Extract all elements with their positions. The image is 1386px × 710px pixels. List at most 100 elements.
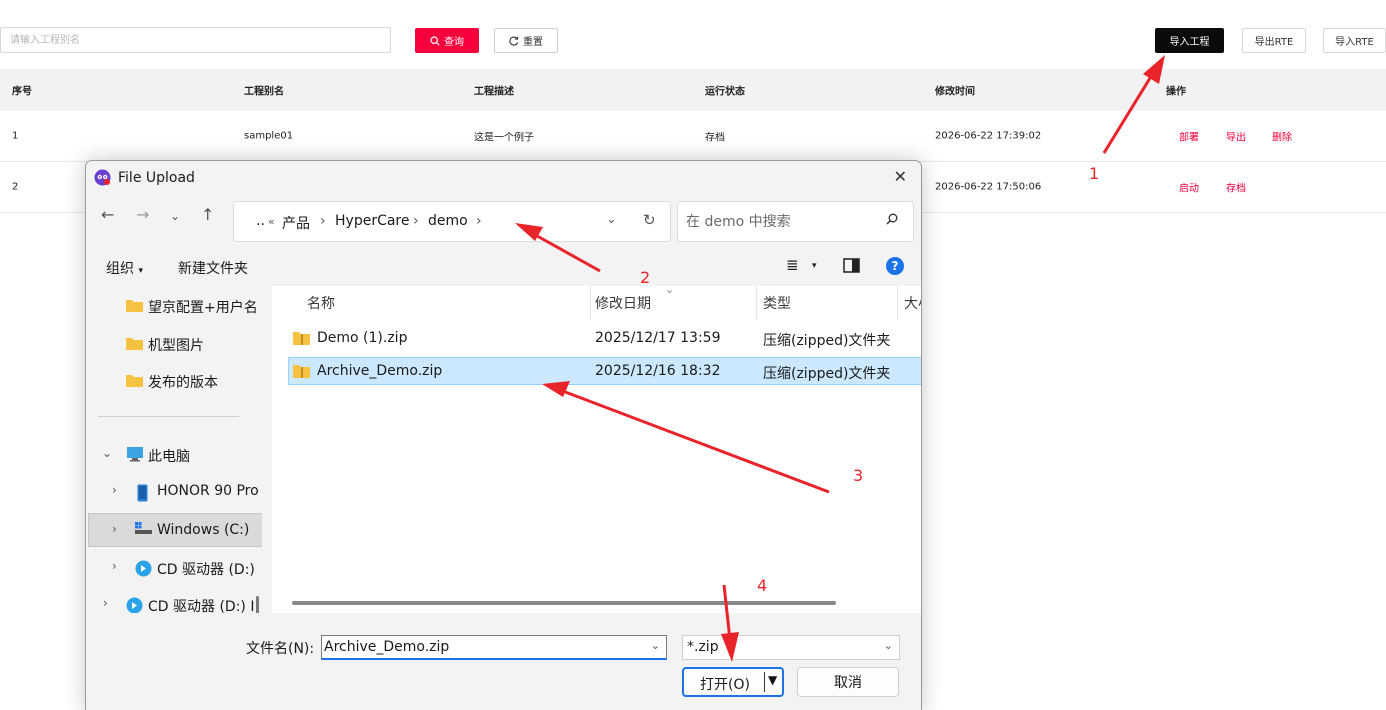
organize-menu[interactable]: 组织 ▾ [106, 258, 143, 278]
breadcrumb-hypercare[interactable]: HyperCare [335, 213, 409, 229]
archive-link[interactable]: 存档 [1226, 180, 1246, 195]
list-view-icon[interactable]: ≣ [786, 256, 799, 274]
nav-item-released-versions[interactable]: 发布的版本 [86, 364, 262, 398]
nav-item-honor-phone[interactable]: › HONOR 90 Pro [86, 475, 262, 509]
annotation-step-2: 2 [640, 268, 651, 287]
breadcrumb-product[interactable]: 产品 [282, 213, 310, 233]
nav-item-cd-drive-2[interactable]: › CD 驱动器 (D:) I [86, 588, 262, 613]
file-date: 2025/12/17 13:59 [595, 330, 721, 346]
file-name: Demo (1).zip [317, 330, 408, 346]
drive-icon [135, 522, 152, 534]
chevron-right-icon[interactable]: › [112, 483, 117, 497]
refresh-icon[interactable]: ↻ [643, 211, 656, 229]
query-button-label: 查询 [444, 37, 464, 48]
project-alias-search-input[interactable] [0, 27, 391, 53]
chevron-down-icon[interactable]: ⌄ [102, 446, 112, 460]
new-folder-button[interactable]: 新建文件夹 [178, 258, 248, 278]
help-icon[interactable]: ? [886, 257, 904, 275]
chevron-right-icon[interactable]: › [112, 559, 117, 573]
nav-item-model-images[interactable]: 机型图片 [86, 327, 262, 361]
file-date: 2025/12/16 18:32 [595, 363, 721, 379]
nav-item-cd-drive[interactable]: › CD 驱动器 (D:) [86, 551, 262, 585]
folder-icon [126, 375, 143, 387]
close-icon[interactable]: ✕ [894, 167, 907, 186]
chevron-right-icon[interactable]: › [103, 596, 108, 610]
row-modified: 2026-06-22 17:39:02 [935, 130, 1042, 142]
folder-icon [126, 300, 143, 312]
column-header-alias: 工程别名 [244, 86, 284, 98]
column-separator [756, 286, 757, 320]
open-button[interactable]: 打开(O) ▼ [682, 667, 784, 697]
cd-drive-icon [135, 560, 152, 577]
query-button[interactable]: 查询 [415, 28, 479, 53]
nav-item-label: 此电脑 [148, 449, 190, 465]
horizontal-scrollbar[interactable] [292, 601, 836, 605]
forward-arrow-icon[interactable]: → [136, 205, 149, 224]
nav-item-this-pc[interactable]: ⌄ 此电脑 [86, 438, 262, 472]
export-link[interactable]: 导出 [1226, 129, 1246, 144]
search-icon [430, 35, 440, 46]
address-bar[interactable]: .. « 产品 › HyperCare › demo › ⌄ ↻ [233, 201, 671, 242]
breadcrumb-overflow[interactable]: « [268, 215, 275, 228]
deploy-link[interactable]: 部署 [1179, 129, 1199, 144]
column-header-type[interactable]: 类型 [763, 293, 791, 313]
row-index: 1 [12, 130, 19, 142]
file-list-pane: 名称 修改日期 ⌄ 类型 大小 Demo (1).zip 2025/12/17 … [272, 286, 921, 613]
breadcrumb-separator-icon: › [476, 213, 482, 229]
row-index: 2 [12, 181, 19, 193]
recent-locations-chevron-icon[interactable]: ⌄ [170, 209, 180, 223]
cancel-button[interactable]: 取消 [797, 667, 899, 697]
up-arrow-icon[interactable]: ↑ [201, 205, 214, 224]
file-type: 压缩(zipped)文件夹 [763, 366, 891, 382]
reset-button[interactable]: 重置 [494, 28, 558, 53]
breadcrumb-demo[interactable]: demo [428, 213, 468, 229]
column-header-actions: 操作 [1166, 86, 1186, 98]
nav-item-label: 望京配置+用户名 [148, 300, 258, 316]
open-button-label: 打开(O) [700, 677, 750, 693]
row-description: 这是一个例子 [474, 132, 534, 144]
organize-label: 组织 [106, 261, 134, 277]
annotation-step-3: 3 [853, 466, 864, 485]
sort-chevron-icon: ⌄ [665, 286, 675, 296]
cd-drive-icon [126, 597, 143, 613]
chevron-right-icon[interactable]: › [112, 522, 117, 536]
column-header-name[interactable]: 名称 [307, 293, 335, 313]
nav-item-wangjing-config[interactable]: 望京配置+用户名 [86, 289, 262, 323]
preview-pane-icon[interactable] [843, 258, 860, 273]
caret-down-icon[interactable]: ▼ [768, 673, 777, 687]
column-header-date[interactable]: 修改日期 [595, 293, 651, 313]
file-name: Archive_Demo.zip [317, 363, 443, 379]
nav-item-label: CD 驱动器 (D:) [157, 562, 255, 578]
filename-label: 文件名(N): [246, 641, 315, 657]
chevron-down-icon[interactable]: ⌄ [884, 639, 893, 652]
nav-item-label: 机型图片 [148, 338, 204, 354]
file-row-archive-demo[interactable]: Archive_Demo.zip 2025/12/16 18:32 压缩(zip… [288, 357, 921, 385]
filename-input[interactable] [322, 636, 642, 658]
split-divider [764, 672, 765, 692]
table-row: 1 sample01 这是一个例子 存档 2026-06-22 17:39:02… [0, 111, 1386, 162]
export-rte-button[interactable]: 导出RTE [1242, 28, 1306, 53]
caret-down-icon[interactable]: ▾ [812, 261, 817, 271]
back-arrow-icon[interactable]: ← [101, 205, 114, 224]
chevron-down-icon[interactable]: ⌄ [651, 639, 660, 652]
row-alias: sample01 [244, 130, 294, 142]
annotation-step-4: 4 [757, 576, 768, 595]
phone-icon [137, 484, 148, 502]
zip-folder-icon [293, 365, 310, 378]
file-type-filter[interactable]: *.zip ⌄ [682, 635, 900, 660]
file-row-demo-1[interactable]: Demo (1).zip 2025/12/17 13:59 压缩(zipped)… [289, 325, 921, 353]
chevron-down-icon[interactable]: ⌄ [606, 212, 617, 227]
filename-combobox[interactable]: ⌄ [321, 635, 667, 660]
import-project-button[interactable]: 导入工程 [1155, 28, 1224, 53]
breadcrumb-separator-icon: › [320, 213, 326, 229]
import-rte-button[interactable]: 导入RTE [1323, 28, 1386, 53]
folder-search-input[interactable] [679, 203, 874, 240]
column-header-size[interactable]: 大小 [904, 293, 921, 313]
nav-pane-scrollbar[interactable] [256, 596, 259, 613]
folder-search-box[interactable] [677, 201, 914, 242]
delete-link[interactable]: 删除 [1272, 129, 1292, 144]
breadcrumb-ellipsis: .. [256, 213, 265, 229]
start-link[interactable]: 启动 [1179, 180, 1199, 195]
file-type-filter-value: *.zip [687, 639, 719, 655]
nav-item-windows-c[interactable]: › Windows (C:) [88, 513, 262, 547]
